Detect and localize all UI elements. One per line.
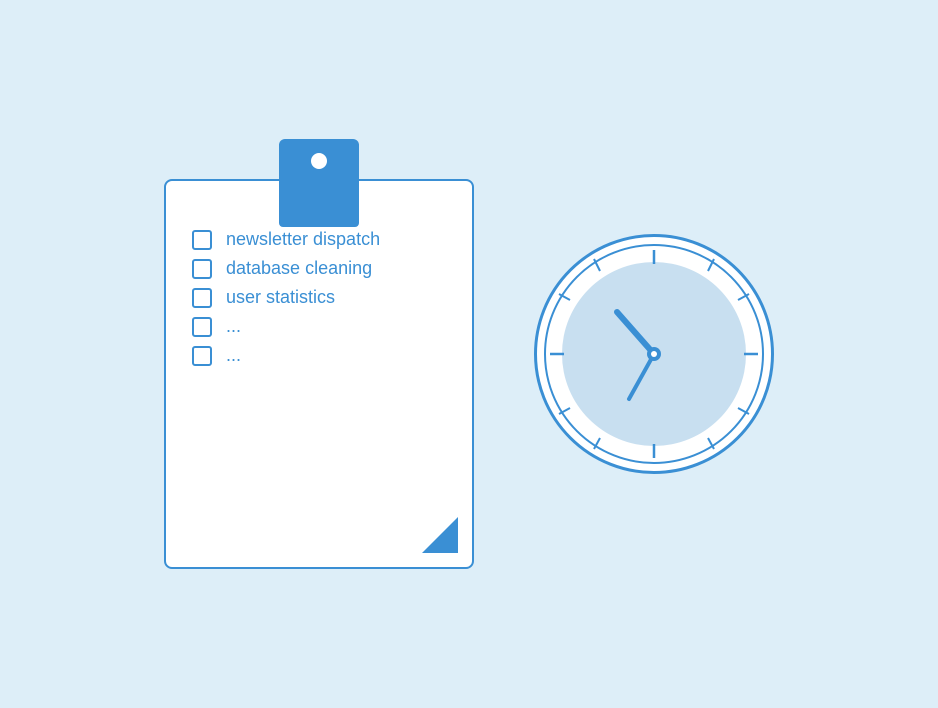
main-scene: newsletter dispatch database cleaning us… xyxy=(164,139,774,569)
list-item: database cleaning xyxy=(192,258,446,279)
folded-corner xyxy=(422,517,458,553)
checkbox-1[interactable] xyxy=(192,230,212,250)
item-label-4: ... xyxy=(226,316,241,337)
list-item: ... xyxy=(192,345,446,366)
checklist: newsletter dispatch database cleaning us… xyxy=(192,229,446,366)
clipboard-paper: newsletter dispatch database cleaning us… xyxy=(172,199,466,561)
clipboard: newsletter dispatch database cleaning us… xyxy=(164,139,474,569)
list-item: ... xyxy=(192,316,446,337)
checkbox-2[interactable] xyxy=(192,259,212,279)
clock-svg xyxy=(534,234,774,474)
clock xyxy=(534,234,774,474)
item-label-1: newsletter dispatch xyxy=(226,229,380,250)
list-item: newsletter dispatch xyxy=(192,229,446,250)
item-label-2: database cleaning xyxy=(226,258,372,279)
item-label-5: ... xyxy=(226,345,241,366)
list-item: user statistics xyxy=(192,287,446,308)
item-label-3: user statistics xyxy=(226,287,335,308)
checkbox-3[interactable] xyxy=(192,288,212,308)
checkbox-5[interactable] xyxy=(192,346,212,366)
clipboard-clip xyxy=(279,139,359,219)
checkbox-4[interactable] xyxy=(192,317,212,337)
